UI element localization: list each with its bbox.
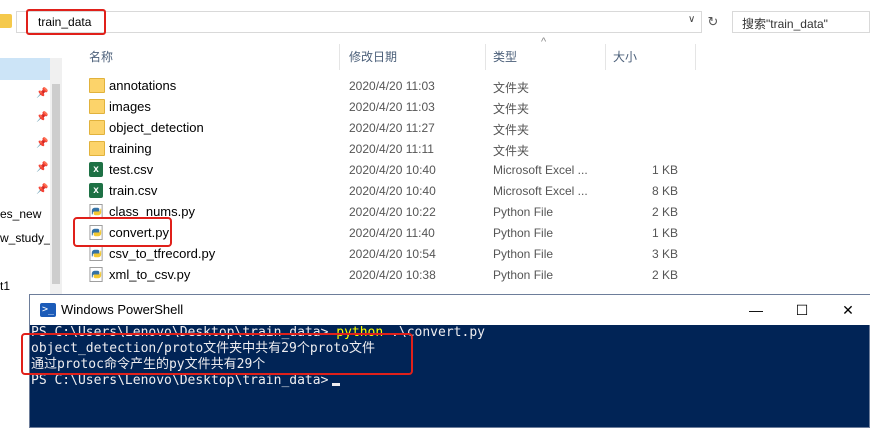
console-line-prompt: PS C:\Users\Lenovo\Desktop\train_data> (31, 373, 341, 389)
console-cursor (332, 383, 341, 386)
file-name: images (109, 99, 151, 114)
file-size: 1 KB (651, 163, 678, 177)
file-type: 文件夹 (493, 102, 530, 116)
pin-icon: 📌 (36, 112, 49, 123)
powershell-icon: >_ (40, 303, 56, 317)
refresh-icon[interactable]: ↻ (704, 11, 722, 33)
file-row[interactable]: class_nums.py 2020/4/20 10:22 Python File 2… (62, 201, 870, 222)
file-name: train.csv (109, 183, 158, 198)
search-input[interactable]: 搜索"train_data" (732, 11, 870, 33)
file-row[interactable]: object_detection 2020/4/20 11:27 文件夹 (62, 117, 870, 138)
powershell-titlebar[interactable]: >_ Windows PowerShell — ☐ ✕ (30, 295, 870, 325)
file-row[interactable]: xml_to_csv.py 2020/4/20 10:38 Python File 2… (62, 264, 870, 285)
file-type: Python File (493, 226, 554, 240)
file-date: 2020/4/20 10:22 (349, 205, 436, 219)
file-row[interactable]: images 2020/4/20 11:03 文件夹 (62, 96, 870, 117)
nav-scrollbar-thumb[interactable] (52, 84, 60, 284)
output-highlight-box (21, 333, 413, 375)
file-row[interactable]: csv_to_tfrecord.py 2020/4/20 10:54 Python … (62, 243, 870, 264)
file-type: 文件夹 (493, 144, 530, 158)
nav-item[interactable]: t1 (0, 279, 10, 293)
pin-icon: 📌 (36, 88, 49, 99)
file-row[interactable]: training 2020/4/20 11:11 文件夹 (62, 138, 870, 159)
address-input[interactable]: train_data (16, 11, 702, 33)
file-name: csv_to_tfrecord.py (109, 246, 216, 261)
excel-icon: x (89, 183, 103, 198)
file-size: 2 KB (651, 205, 678, 219)
file-type: Microsoft Excel ... (493, 163, 588, 177)
file-size: 3 KB (651, 247, 678, 261)
column-header-name[interactable]: 名称 (89, 48, 113, 65)
python-icon (89, 267, 105, 282)
file-size: 8 KB (651, 184, 678, 198)
convert-highlight-box (73, 217, 172, 247)
file-date: 2020/4/20 11:03 (349, 79, 435, 93)
file-date: 2020/4/20 11:40 (349, 226, 435, 240)
column-divider[interactable] (339, 44, 340, 70)
file-type: Python File (493, 268, 554, 282)
folder-icon (89, 141, 105, 156)
chevron-down-icon[interactable]: ∨ (688, 14, 695, 25)
file-name: xml_to_csv.py (109, 267, 191, 282)
file-row[interactable]: annotations 2020/4/20 11:03 文件夹 (62, 75, 870, 96)
folder-icon (0, 14, 12, 28)
address-bar-area: train_data ∨ ↻ 搜索"train_data" (0, 0, 870, 44)
file-name: object_detection (109, 120, 204, 135)
file-name: training (109, 141, 152, 156)
column-divider[interactable] (485, 44, 486, 70)
file-date: 2020/4/20 10:54 (349, 247, 436, 261)
pin-icon: 📌 (36, 138, 49, 149)
column-header-type[interactable]: 类型 (493, 48, 517, 65)
nav-item[interactable]: es_new (0, 207, 41, 221)
file-size: 2 KB (651, 268, 678, 282)
console-prompt: PS C:\Users\Lenovo\Desktop\train_data> (31, 373, 329, 388)
column-divider[interactable] (605, 44, 606, 70)
nav-item[interactable]: w_study_1 (0, 231, 57, 245)
folder-icon (89, 120, 105, 135)
file-type: Python File (493, 205, 554, 219)
file-date: 2020/4/20 10:38 (349, 268, 436, 282)
window-title: Windows PowerShell (61, 302, 184, 317)
address-highlight-box (26, 9, 106, 35)
column-divider[interactable] (695, 44, 696, 70)
file-date: 2020/4/20 11:27 (349, 121, 435, 135)
pin-icon: 📌 (36, 162, 49, 173)
file-type: 文件夹 (493, 123, 530, 137)
file-row[interactable]: convert.py 2020/4/20 11:40 Python File 1 KB (62, 222, 870, 243)
file-type: Microsoft Excel ... (493, 184, 588, 198)
file-size: 1 KB (651, 226, 678, 240)
excel-icon: x (89, 162, 103, 177)
close-button[interactable]: ✕ (825, 295, 870, 325)
file-date: 2020/4/20 11:11 (349, 142, 434, 156)
nav-selected-item[interactable] (0, 58, 50, 80)
file-row[interactable]: x test.csv 2020/4/20 10:40 Microsoft Excel … (62, 159, 870, 180)
python-icon (89, 246, 105, 261)
file-name: test.csv (109, 162, 154, 177)
minimize-button[interactable]: — (733, 295, 779, 325)
folder-icon (89, 78, 105, 93)
file-name: annotations (109, 78, 177, 93)
file-type: Python File (493, 247, 554, 261)
file-date: 2020/4/20 11:03 (349, 100, 435, 114)
file-type: 文件夹 (493, 81, 530, 95)
column-headers: 名称 修改日期 类型 大小 (62, 44, 870, 70)
folder-icon (89, 99, 105, 114)
pin-icon: 📌 (36, 184, 49, 195)
file-date: 2020/4/20 10:40 (349, 163, 436, 177)
sort-caret-icon: ^ (541, 36, 547, 48)
column-header-date[interactable]: 修改日期 (349, 48, 397, 65)
column-header-size[interactable]: 大小 (613, 48, 637, 65)
navigation-pane: 📌 📌 📌 📌 📌 es_new w_study_1 t1 (0, 44, 62, 294)
maximize-button[interactable]: ☐ (779, 295, 825, 325)
file-row[interactable]: x train.csv 2020/4/20 10:40 Microsoft Excel… (62, 180, 870, 201)
search-placeholder: 搜索"train_data" (742, 17, 828, 31)
file-date: 2020/4/20 10:40 (349, 184, 436, 198)
